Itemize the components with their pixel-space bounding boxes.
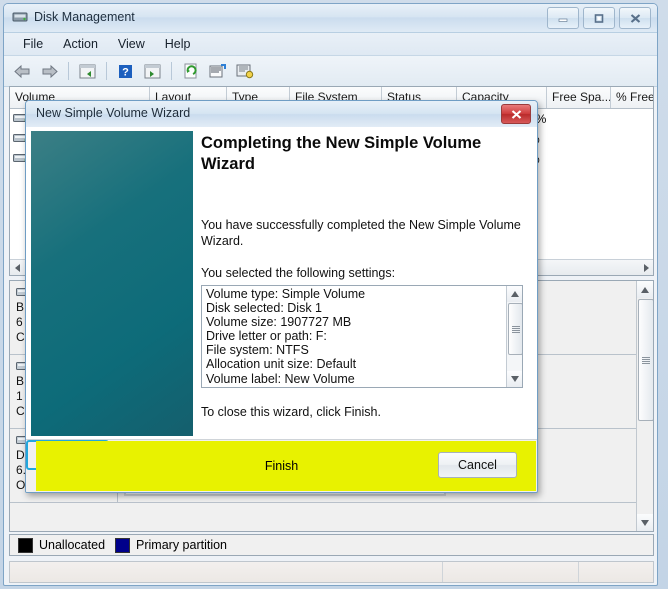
disk-management-icon — [12, 9, 29, 25]
rescan-disks-icon[interactable] — [232, 59, 257, 83]
dialog-heading: Completing the New Simple Volume Wizard — [201, 134, 482, 173]
settings-listbox[interactable]: Volume type: Simple Volume Disk selected… — [201, 285, 523, 388]
scroll-down-icon[interactable] — [507, 371, 522, 387]
dialog-close-button[interactable] — [501, 104, 531, 124]
legend-label-unallocated: Unallocated — [39, 538, 106, 552]
new-simple-volume-wizard-dialog: New Simple Volume Wizard Completing the … — [25, 100, 538, 493]
scroll-down-icon[interactable] — [637, 514, 653, 531]
setting-item-0: Volume type: Simple Volume — [206, 287, 366, 301]
back-arrow-icon[interactable] — [10, 59, 35, 83]
wizard-banner-image — [31, 131, 193, 436]
scrollbar-grip-icon — [511, 325, 520, 333]
maximize-button[interactable] — [583, 7, 615, 29]
dialog-paragraph-1: You have successfully completed the New … — [201, 218, 521, 248]
dialog-footer: < Back Finish Cancel — [26, 439, 537, 492]
dialog-title-bar: New Simple Volume Wizard — [26, 101, 537, 128]
scroll-up-icon[interactable] — [507, 286, 522, 302]
setting-item-4: File system: NTFS — [206, 343, 309, 358]
legend-swatch-unallocated — [18, 537, 33, 553]
window-title-bar: Disk Management — [4, 4, 657, 33]
menu-item-action[interactable]: Action — [54, 35, 107, 53]
setting-item-1: Disk selected: Disk 1 — [206, 301, 323, 316]
legend: Unallocated Primary partition — [9, 534, 654, 556]
finish-button[interactable]: Finish — [26, 440, 536, 491]
scroll-left-icon[interactable] — [10, 260, 26, 275]
dialog-paragraph-2: You selected the following settings: — [201, 266, 396, 280]
show-hide-console-tree-icon[interactable] — [75, 59, 100, 83]
cancel-button[interactable]: Cancel — [438, 452, 517, 478]
desktop-background: Disk Management File Action View Help ? … — [0, 0, 668, 589]
dialog-body: Completing the New Simple Volume Wizard … — [26, 127, 537, 440]
dialog-title: New Simple Volume Wizard — [36, 106, 191, 120]
legend-label-primary-partition: Primary partition — [136, 538, 228, 552]
scrollbar-thumb[interactable] — [638, 299, 653, 421]
minimize-button[interactable] — [547, 7, 579, 29]
settings-listbox-scrollbar[interactable] — [506, 286, 522, 387]
status-cell-1 — [10, 562, 443, 582]
setting-item-5: Allocation unit size: Default — [206, 357, 357, 372]
setting-item-7: Quick format: Yes — [206, 386, 518, 387]
status-bar — [9, 561, 654, 583]
settings-list: Volume type: Simple Volume Disk selected… — [202, 286, 522, 387]
setting-item-6: Volume label: New Volume — [206, 371, 355, 386]
properties-icon[interactable] — [205, 59, 230, 83]
toolbar-separator — [171, 62, 172, 80]
close-button[interactable] — [619, 7, 651, 29]
scroll-right-icon[interactable] — [637, 260, 653, 275]
status-cell-2 — [443, 562, 579, 582]
refresh-icon[interactable] — [178, 59, 203, 83]
window-title: Disk Management — [34, 10, 135, 24]
dialog-closing-text: To close this wizard, click Finish. — [201, 405, 381, 419]
toolbar: ? — [4, 56, 657, 87]
menu-item-view[interactable]: View — [109, 35, 154, 53]
column-header-percent-free[interactable]: % Free — [611, 87, 653, 108]
column-header-free-space[interactable]: Free Spa... — [547, 87, 611, 108]
setting-item-3: Drive letter or path: F: — [206, 329, 327, 344]
scroll-up-icon[interactable] — [637, 281, 653, 298]
status-cell-3 — [579, 562, 653, 582]
forward-arrow-icon[interactable] — [37, 59, 62, 83]
show-hide-action-pane-icon[interactable] — [140, 59, 165, 83]
setting-item-2: Volume size: 1907727 MB — [206, 315, 352, 330]
dialog-content: Completing the New Simple Volume Wizard … — [201, 133, 523, 420]
toolbar-separator — [68, 62, 69, 80]
menu-bar: File Action View Help — [4, 33, 657, 56]
disk-pane-vertical-scrollbar[interactable] — [636, 281, 653, 531]
scrollbar-thumb[interactable] — [508, 303, 522, 355]
help-icon[interactable]: ? — [113, 59, 138, 83]
toolbar-separator — [106, 62, 107, 80]
menu-item-file[interactable]: File — [14, 35, 52, 53]
scrollbar-grip-icon — [642, 356, 650, 364]
menu-item-help[interactable]: Help — [156, 35, 200, 53]
legend-swatch-primary-partition — [115, 537, 131, 553]
window-controls — [547, 7, 651, 29]
svg-text:?: ? — [122, 66, 129, 78]
